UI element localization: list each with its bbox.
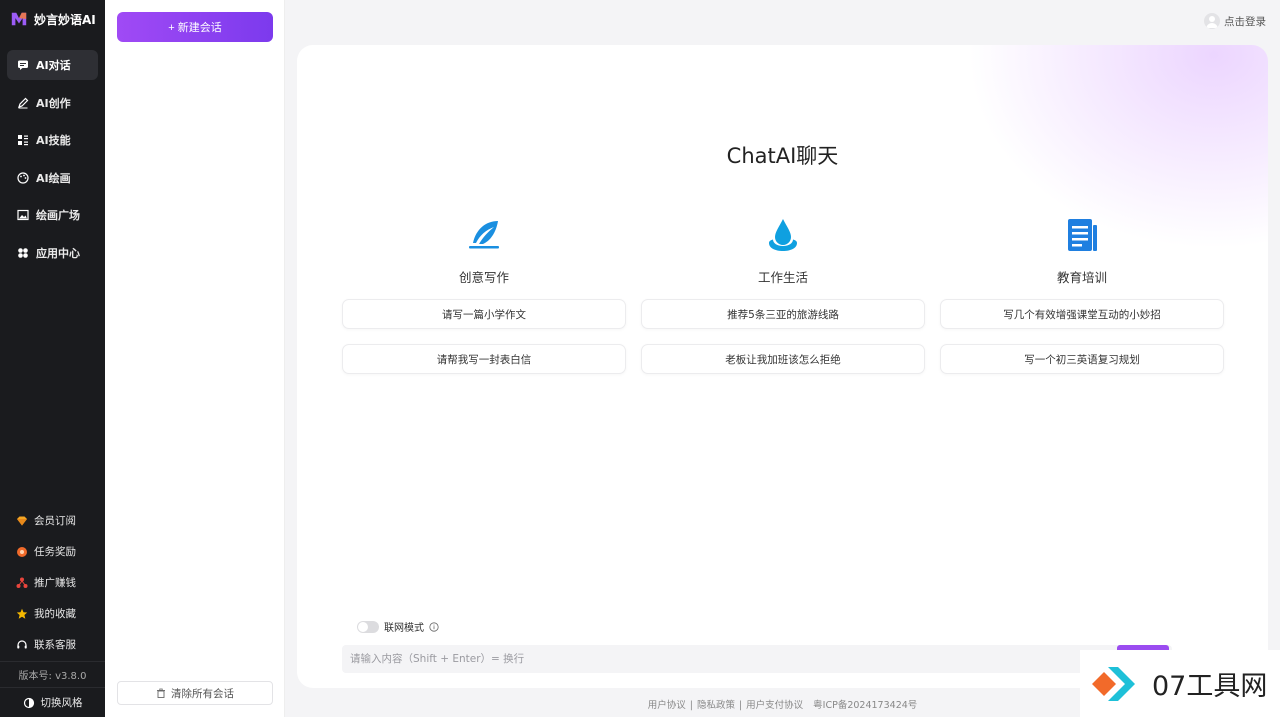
- switch-style-button[interactable]: 切换风格: [0, 687, 105, 717]
- main-sidebar: 妙言妙语AI AI对话 AI创作 AI技能 AI绘画 绘画广场 应用中心 会员订…: [0, 0, 105, 717]
- nav-item-ai-create[interactable]: AI创作: [7, 88, 98, 118]
- document-icon: [1068, 219, 1097, 251]
- menu-item-label: 推广赚钱: [34, 577, 76, 589]
- login-button[interactable]: 点击登录: [1204, 13, 1266, 29]
- main-nav: AI对话 AI创作 AI技能 AI绘画 绘画广场 应用中心: [7, 50, 98, 275]
- share-icon: [16, 577, 28, 589]
- nav-item-ai-skills[interactable]: AI技能: [7, 125, 98, 155]
- footer-icp[interactable]: 粤ICP备2024173424号: [813, 700, 917, 711]
- menu-item-promote-earn[interactable]: 推广赚钱: [0, 567, 105, 598]
- suggestion-card[interactable]: 写一个初三英语复习规划: [940, 344, 1224, 374]
- switch-style-label: 切换风格: [40, 697, 83, 709]
- theme-switch-icon: [23, 697, 35, 709]
- menu-item-label: 联系客服: [34, 639, 76, 651]
- footer-link-payment-agreement[interactable]: 用户支付协议: [746, 700, 803, 711]
- bottom-menu: 会员订阅 任务奖励 推广赚钱 我的收藏 联系客服: [0, 505, 105, 660]
- chat-input[interactable]: [342, 645, 1172, 673]
- info-icon[interactable]: [429, 621, 439, 632]
- nav-item-app-center[interactable]: 应用中心: [7, 238, 98, 268]
- login-label: 点击登录: [1224, 15, 1266, 28]
- web-mode-label: 联网模式: [384, 623, 424, 634]
- nav-item-ai-painting[interactable]: AI绘画: [7, 163, 98, 193]
- category-title: 教育培训: [1056, 270, 1107, 285]
- category-creative-writing: 创意写作 请写一篇小学作文 请帮我写一封表白信: [342, 215, 626, 374]
- menu-item-favorites[interactable]: 我的收藏: [0, 598, 105, 629]
- nav-item-label: 绘画广场: [36, 209, 80, 222]
- brand-logo-icon: [11, 12, 27, 26]
- menu-item-label: 任务奖励: [34, 546, 76, 558]
- footer-link-user-agreement[interactable]: 用户协议: [648, 700, 686, 711]
- clear-all-conversations-button[interactable]: 清除所有会话: [117, 681, 273, 705]
- nav-item-label: AI技能: [36, 134, 71, 147]
- footer-link-privacy-policy[interactable]: 隐私政策: [697, 700, 735, 711]
- web-mode-toggle[interactable]: [357, 620, 379, 633]
- watermark: 07工具网: [1080, 650, 1280, 717]
- nav-item-painting-square[interactable]: 绘画广场: [7, 200, 98, 230]
- brand[interactable]: 妙言妙语AI: [10, 10, 96, 28]
- chat-input-box: [342, 645, 1172, 673]
- suggestion-card[interactable]: 推荐5条三亚的旅游线路: [641, 299, 925, 329]
- image-icon: [17, 209, 29, 221]
- page-title: ChatAI聊天: [726, 144, 839, 168]
- pen-icon: [17, 97, 29, 109]
- menu-item-task-reward[interactable]: 任务奖励: [0, 536, 105, 567]
- headset-icon: [16, 639, 28, 651]
- suggestion-card[interactable]: 请帮我写一封表白信: [342, 344, 626, 374]
- user-icon: [1206, 16, 1218, 28]
- nav-item-ai-chat[interactable]: AI对话: [7, 50, 98, 80]
- suggestion-card[interactable]: 请写一篇小学作文: [342, 299, 626, 329]
- menu-item-membership[interactable]: 会员订阅: [0, 505, 105, 536]
- reward-icon: [16, 546, 28, 558]
- nav-item-label: AI创作: [36, 96, 71, 110]
- web-mode-row: 联网模式: [357, 619, 439, 634]
- version-label: 版本号: v3.8.0: [0, 661, 105, 682]
- star-icon: [16, 608, 28, 620]
- conversation-panel: + 新建会话 清除所有会话: [105, 0, 285, 717]
- feather-icon: [469, 221, 499, 249]
- avatar: [1204, 13, 1220, 29]
- nav-item-label: AI绘画: [36, 171, 71, 185]
- suggestion-card[interactable]: 写几个有效增强课堂互动的小妙招: [940, 299, 1224, 329]
- watermark-logo-icon: [1092, 666, 1135, 701]
- clear-all-label: 清除所有会话: [171, 687, 234, 700]
- suggestion-card[interactable]: 老板让我加班该怎么拒绝: [641, 344, 925, 374]
- footer-separator: |: [689, 700, 693, 711]
- water-drop-icon: [769, 219, 797, 251]
- category-title: 创意写作: [458, 270, 509, 285]
- menu-item-label: 会员订阅: [34, 515, 76, 527]
- footer-separator: |: [738, 700, 743, 711]
- category-work-life: 工作生活 推荐5条三亚的旅游线路 老板让我加班该怎么拒绝: [641, 215, 925, 374]
- nav-item-label: AI对话: [36, 59, 71, 72]
- palette-icon: [17, 171, 29, 184]
- watermark-text: 07工具网: [1152, 671, 1268, 702]
- new-chat-button[interactable]: + 新建会话: [117, 12, 273, 42]
- menu-item-label: 我的收藏: [34, 608, 76, 620]
- diamond-icon: [16, 515, 28, 527]
- apps-icon: [17, 247, 29, 259]
- brand-name: 妙言妙语AI: [34, 12, 96, 27]
- trash-icon: [156, 688, 166, 698]
- chat-main-card: ChatAI聊天 创意写作 请写一篇小学作文 请帮我写一封表白信 工作生活 推荐…: [297, 45, 1268, 688]
- category-education: 教育培训 写几个有效增强课堂互动的小妙招 写一个初三英语复习规划: [940, 215, 1224, 374]
- grid-icon: [17, 134, 29, 146]
- chat-icon: [17, 59, 29, 71]
- category-title: 工作生活: [757, 270, 808, 285]
- menu-item-customer-service[interactable]: 联系客服: [0, 629, 105, 660]
- nav-item-label: 应用中心: [36, 246, 80, 260]
